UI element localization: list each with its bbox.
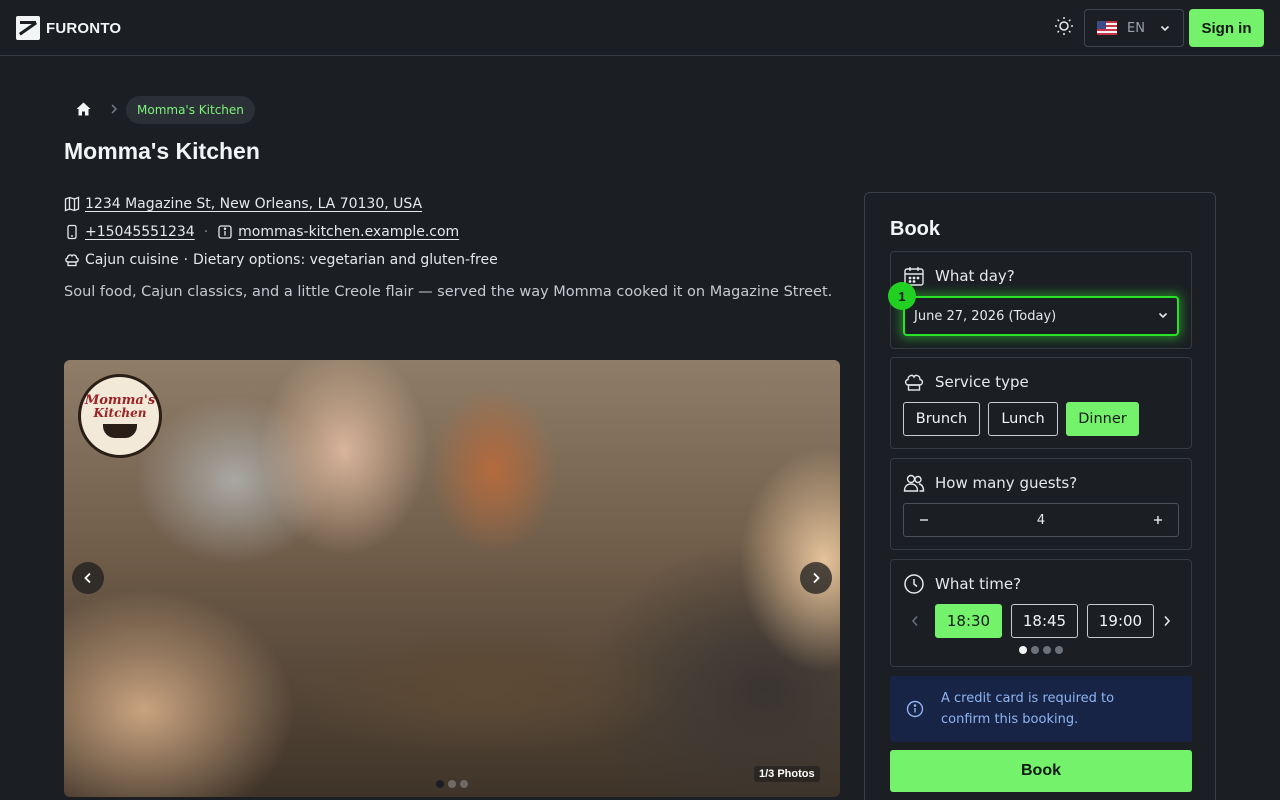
chevron-down-icon	[1159, 19, 1171, 38]
contact-line: +15045551234 · mommas-kitchen.example.co…	[64, 221, 459, 243]
minus-icon	[919, 511, 929, 529]
booking-panel: Book What day? June 27, 2026 (Today) 1 S…	[864, 192, 1216, 800]
day-label-row: What day?	[903, 264, 1015, 288]
users-icon	[903, 472, 925, 494]
service-label: Service type	[935, 373, 1029, 391]
phone-icon	[64, 224, 80, 240]
gallery-dot[interactable]	[448, 780, 456, 788]
phone-link[interactable]: +15045551234	[85, 224, 195, 240]
chevron-left-icon	[911, 612, 919, 631]
guests-value[interactable]: 4	[944, 513, 1138, 528]
page-title: Momma's Kitchen	[64, 138, 260, 164]
brand-logo[interactable]: FURONTO	[16, 16, 121, 40]
logo-text-line2: Kitchen	[93, 406, 147, 420]
time-slot-1900[interactable]: 19:00	[1087, 604, 1154, 638]
time-slot-1845[interactable]: 18:45	[1011, 604, 1078, 638]
time-card: What time? 18:30 18:45 19:00	[890, 559, 1192, 667]
gallery-next-button[interactable]	[800, 562, 832, 594]
decrement-button[interactable]	[904, 504, 944, 536]
cuisine-line: Cajun cuisine · Dietary options: vegetar…	[64, 249, 498, 271]
time-prev-button[interactable]	[907, 613, 923, 629]
time-label-row: What time?	[903, 572, 1021, 596]
notice-text: A credit card is required to confirm thi…	[941, 691, 1115, 727]
restaurant-description: Soul food, Cajun classics, and a little …	[64, 284, 833, 300]
clock-icon	[903, 573, 925, 595]
language-code: EN	[1127, 20, 1145, 36]
chevron-left-icon	[83, 569, 93, 588]
increment-button[interactable]	[1138, 504, 1178, 536]
gallery-pagination	[436, 780, 468, 788]
time-page-dot[interactable]	[1043, 646, 1051, 654]
theme-toggle-button[interactable]	[1050, 14, 1078, 42]
language-selector[interactable]: EN	[1084, 9, 1184, 47]
guests-card: How many guests? 4	[890, 458, 1192, 550]
chef-hat-icon	[64, 252, 80, 268]
website-link[interactable]: mommas-kitchen.example.com	[238, 224, 459, 240]
us-flag-icon	[1097, 21, 1117, 35]
address-link[interactable]: 1234 Magazine St, New Orleans, LA 70130,…	[85, 196, 422, 212]
chevron-right-icon	[1163, 612, 1171, 631]
gallery-prev-button[interactable]	[72, 562, 104, 594]
day-label: What day?	[935, 267, 1015, 285]
sun-icon	[1054, 16, 1074, 40]
breadcrumb: Momma's Kitchen	[64, 96, 255, 124]
restaurant-logo: Momma's Kitchen	[78, 374, 162, 458]
brand-name: FURONTO	[46, 19, 122, 37]
service-label-row: Service type	[903, 370, 1029, 394]
date-select[interactable]: June 27, 2026 (Today)	[903, 296, 1179, 336]
chef-hat-icon	[903, 371, 925, 393]
home-icon	[76, 101, 91, 120]
gallery-dot[interactable]	[436, 780, 444, 788]
breadcrumb-home[interactable]	[64, 96, 102, 124]
guests-stepper: 4	[903, 503, 1179, 537]
plus-icon	[1153, 511, 1163, 529]
date-value: June 27, 2026 (Today)	[914, 308, 1057, 324]
service-lunch-button[interactable]: Lunch	[988, 402, 1058, 436]
book-button[interactable]: Book	[890, 750, 1192, 792]
time-page-dot[interactable]	[1031, 646, 1039, 654]
dietary-text: Dietary options: vegetarian and gluten-f…	[193, 252, 498, 268]
top-bar: FURONTO EN Sign in	[0, 0, 1280, 56]
address-line: 1234 Magazine St, New Orleans, LA 70130,…	[64, 193, 422, 215]
photo-count: 1/3 Photos	[754, 766, 820, 782]
pot-icon	[103, 424, 137, 438]
map-icon	[64, 196, 80, 212]
step-badge: 1	[888, 282, 916, 310]
cuisine-text: Cajun cuisine	[85, 252, 179, 268]
photo-gallery[interactable]: Momma's Kitchen 1/3 Photos	[64, 360, 840, 797]
chevron-right-icon	[102, 103, 126, 118]
breadcrumb-current[interactable]: Momma's Kitchen	[126, 96, 255, 124]
gallery-dot[interactable]	[460, 780, 468, 788]
guests-label-row: How many guests?	[903, 471, 1077, 495]
guests-label: How many guests?	[935, 474, 1078, 492]
time-label: What time?	[935, 575, 1022, 593]
separator-dot: ·	[203, 224, 209, 240]
separator-dot: ·	[183, 252, 189, 268]
info-icon	[217, 224, 233, 240]
time-pagination	[1019, 646, 1063, 654]
service-card: Service type Brunch Lunch Dinner	[890, 357, 1192, 449]
time-next-button[interactable]	[1159, 613, 1175, 629]
service-dinner-button[interactable]: Dinner	[1066, 402, 1139, 436]
day-card: What day? June 27, 2026 (Today) 1	[888, 251, 1192, 349]
sign-in-button[interactable]: Sign in	[1189, 9, 1264, 47]
info-circle-icon	[906, 700, 924, 718]
service-brunch-button[interactable]: Brunch	[903, 402, 980, 436]
booking-title: Book	[890, 218, 940, 240]
chevron-down-icon	[1157, 309, 1169, 325]
time-page-dot[interactable]	[1019, 646, 1027, 654]
time-page-dot[interactable]	[1055, 646, 1063, 654]
time-slot-1830[interactable]: 18:30	[935, 604, 1002, 638]
credit-card-notice: A credit card is required to confirm thi…	[890, 676, 1192, 742]
logo-icon	[16, 16, 40, 40]
chevron-right-icon	[811, 569, 821, 588]
